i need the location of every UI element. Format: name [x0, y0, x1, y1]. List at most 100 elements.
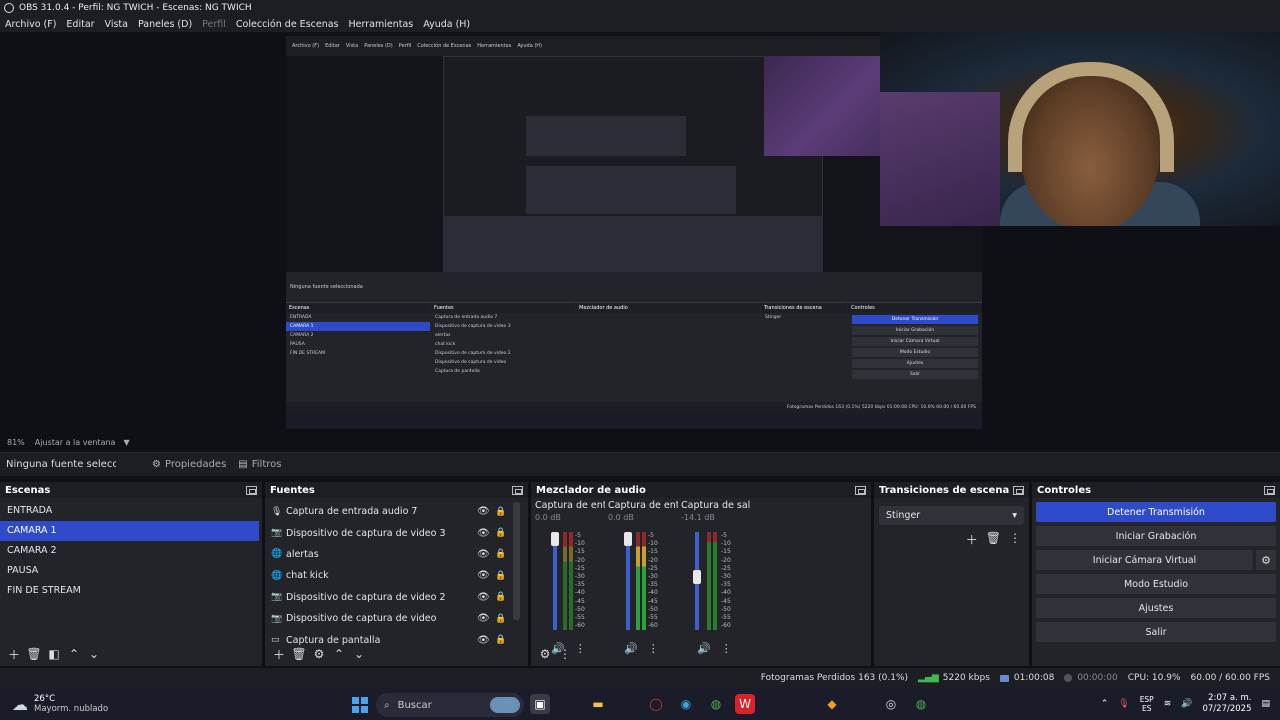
menu-paneles[interactable]: Paneles (D): [133, 19, 197, 30]
fps-indicator: 60.00 / 60.00 FPS: [1190, 673, 1270, 683]
camera-icon: 📷: [271, 613, 283, 624]
sources-scrollbar[interactable]: [513, 502, 520, 620]
lock-icon[interactable]: 🔒: [495, 592, 506, 602]
level-meter: [569, 532, 573, 630]
eye-icon[interactable]: 👁: [477, 528, 490, 539]
preview-canvas[interactable]: Archivo (F) Editar Vista Paneles (D) Per…: [0, 32, 1280, 436]
add-scene-icon[interactable]: ＋: [4, 644, 24, 664]
windows-start-icon[interactable]: [352, 697, 368, 713]
clock[interactable]: 2:07 a. m. 07/27/2025: [1202, 693, 1251, 715]
fl-studio-icon[interactable]: ◆: [822, 694, 842, 714]
filters-button[interactable]: ▤ Filtros: [238, 459, 281, 470]
arrow-down-icon[interactable]: ⌄: [349, 644, 369, 664]
channel-name: Captura de salida: [681, 500, 751, 511]
language-indicator[interactable]: ESP ES: [1140, 695, 1154, 713]
exit-button[interactable]: Salir: [1036, 622, 1276, 642]
mixer-settings-icon[interactable]: ⚙: [535, 644, 555, 664]
menu-archivo[interactable]: Archivo (F): [0, 19, 61, 30]
undock-icon[interactable]: [512, 485, 523, 495]
undock-icon[interactable]: [1013, 485, 1024, 495]
chevron-down-icon[interactable]: ▼: [123, 438, 129, 447]
fit-to-window-label[interactable]: Ajustar a la ventana: [35, 438, 116, 447]
microphone-icon[interactable]: 🎙: [1118, 699, 1129, 709]
volume-knob[interactable]: [693, 569, 701, 584]
eye-icon[interactable]: 👁: [477, 570, 490, 581]
scene-item-entrada[interactable]: ENTRADA: [0, 501, 262, 521]
taskbar-search[interactable]: ⌕ Buscar: [376, 693, 524, 717]
filter-icon[interactable]: ◧: [44, 644, 64, 664]
weather-widget[interactable]: ☁ 26°C Mayorm. nublado: [12, 694, 108, 714]
nested-deep-docks: [443, 216, 823, 272]
nested-scenes-dock: Escenas ENTRADA CAMARA 1 CAMARA 2 PAUSA …: [286, 302, 430, 402]
trash-icon[interactable]: 🗑: [986, 531, 1001, 548]
notification-icon[interactable]: ▤: [1261, 699, 1270, 709]
source-item[interactable]: 📷 Dispositivo de captura de video 3 👁 🔒: [265, 522, 528, 543]
trash-icon[interactable]: 🗑: [24, 644, 44, 664]
start-recording-button[interactable]: Iniciar Grabación: [1036, 526, 1276, 546]
chrome-icon[interactable]: ◍: [911, 694, 931, 714]
stream-icon: [999, 674, 1009, 682]
scene-item-camara-2[interactable]: CAMARA 2: [0, 541, 262, 561]
trash-icon[interactable]: 🗑: [289, 644, 309, 664]
wps-icon[interactable]: W: [735, 694, 755, 714]
lock-icon[interactable]: 🔒: [495, 614, 506, 624]
menu-coleccion-escenas[interactable]: Colección de Escenas: [231, 19, 344, 30]
chevron-up-icon[interactable]: ⌃: [1101, 699, 1109, 709]
properties-button[interactable]: ⚙ Propiedades: [152, 459, 226, 470]
eye-icon[interactable]: 👁: [477, 506, 490, 517]
eye-icon[interactable]: 👁: [477, 549, 490, 560]
menu-vista[interactable]: Vista: [100, 19, 133, 30]
task-view-icon[interactable]: ▣: [530, 694, 550, 714]
studio-mode-button[interactable]: Modo Estudio: [1036, 574, 1276, 594]
source-toolbar: Ninguna fuente seleccionada ⚙ Propiedade…: [0, 452, 1280, 476]
lock-icon[interactable]: 🔒: [495, 549, 506, 559]
eye-icon[interactable]: 👁: [477, 613, 490, 624]
wifi-icon[interactable]: ≋: [1164, 699, 1172, 709]
more-options-icon[interactable]: ⋮: [555, 644, 575, 664]
settings-button[interactable]: Ajustes: [1036, 598, 1276, 618]
transition-select[interactable]: Stinger ▾: [879, 506, 1024, 525]
source-item[interactable]: 📷 Dispositivo de captura de video 2 👁 🔒: [265, 587, 528, 608]
lock-icon[interactable]: 🔒: [495, 507, 506, 517]
chrome-icon[interactable]: ◍: [706, 694, 726, 714]
volume-slider[interactable]: [553, 532, 557, 630]
file-explorer-icon[interactable]: ▬: [588, 694, 608, 714]
edge-icon[interactable]: ◉: [676, 694, 696, 714]
arrow-up-icon[interactable]: ⌃: [329, 644, 349, 664]
scene-item-camara-1[interactable]: CAMARA 1: [0, 521, 259, 541]
menu-perfil[interactable]: Perfil: [197, 19, 231, 30]
undock-icon[interactable]: [1264, 485, 1275, 495]
volume-knob[interactable]: [624, 532, 632, 546]
source-item[interactable]: 🌐 alertas 👁 🔒: [265, 544, 528, 565]
nested-transitions-dock: Transiciones de escena Stinger: [761, 302, 847, 402]
lock-icon[interactable]: 🔒: [495, 571, 506, 581]
lock-icon[interactable]: 🔒: [495, 528, 506, 538]
obs-icon[interactable]: ◎: [881, 694, 901, 714]
menu-editar[interactable]: Editar: [61, 19, 99, 30]
start-virtual-camera-button[interactable]: Iniciar Cámara Virtual: [1036, 550, 1253, 570]
source-item[interactable]: 📷 Dispositivo de captura de video 👁 🔒: [265, 608, 528, 629]
db-scale: -5 -10 -15 -20 -25 -30 -35 -40 -45 -50 -55 -60: [575, 532, 585, 630]
gear-icon[interactable]: ⚙: [309, 644, 329, 664]
more-options-icon[interactable]: ⋮: [1009, 531, 1021, 548]
volume-knob[interactable]: [551, 532, 559, 546]
menu-herramientas[interactable]: Herramientas: [344, 19, 419, 30]
stop-streaming-button[interactable]: Detener Transmisión: [1036, 502, 1276, 522]
add-transition-icon[interactable]: ＋: [966, 531, 978, 548]
scene-transitions-dock: Transiciones de escena Stinger ▾ ＋ 🗑 ⋮: [874, 482, 1029, 666]
scene-item-pausa[interactable]: PAUSA: [0, 561, 262, 581]
eye-icon[interactable]: 👁: [477, 592, 490, 603]
menu-ayuda[interactable]: Ayuda (H): [418, 19, 475, 30]
scene-item-fin-de-stream[interactable]: FIN DE STREAM: [0, 581, 262, 601]
opera-icon[interactable]: ◯: [646, 694, 666, 714]
arrow-down-icon[interactable]: ⌄: [84, 644, 104, 664]
arrow-up-icon[interactable]: ⌃: [64, 644, 84, 664]
undock-icon[interactable]: [246, 485, 257, 495]
undock-icon[interactable]: [855, 485, 866, 495]
volume-slider[interactable]: [626, 532, 630, 630]
gear-icon[interactable]: ⚙: [1256, 550, 1276, 570]
add-source-icon[interactable]: ＋: [269, 644, 289, 664]
source-item[interactable]: 🌐 chat kick 👁 🔒: [265, 565, 528, 586]
source-item[interactable]: 🎙 Captura de entrada audio 7 👁 🔒: [265, 501, 528, 522]
volume-icon[interactable]: 🔊: [1181, 699, 1192, 709]
